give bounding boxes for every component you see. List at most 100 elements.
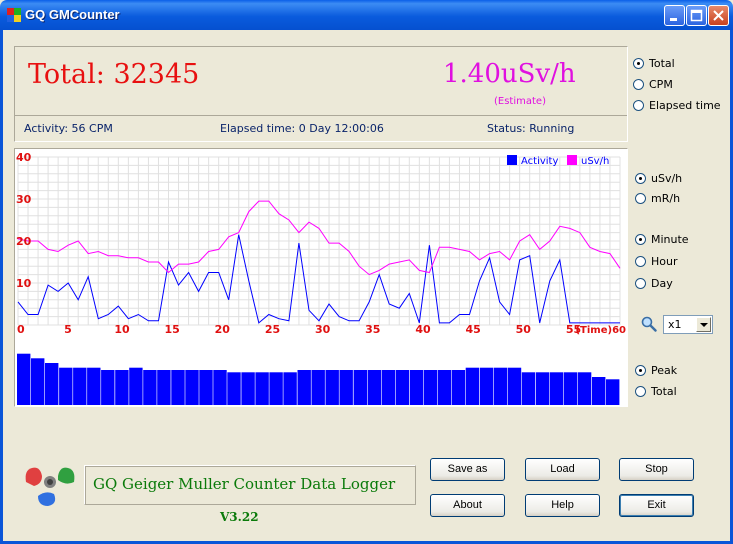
zoom-value: x1 <box>668 318 682 331</box>
exit-button[interactable]: Exit <box>619 494 694 517</box>
total-label: Total: <box>28 59 105 90</box>
radio-dot-icon[interactable] <box>635 193 646 204</box>
x-tick-label: 10 <box>114 323 130 336</box>
x-tick-label: 30 <box>315 323 331 336</box>
x-tick-label: 25 <box>265 323 280 336</box>
bar <box>171 370 185 405</box>
maximize-button[interactable] <box>686 5 707 26</box>
radio-dot-icon[interactable] <box>635 173 646 184</box>
save-as-button[interactable]: Save as <box>430 458 505 481</box>
load-button[interactable]: Load <box>525 458 600 481</box>
x-axis-end-label: (Time)60 <box>575 325 626 336</box>
estimate-note: (Estimate) <box>494 96 546 107</box>
radio-label: Elapsed time <box>649 99 721 112</box>
x-tick-label: 40 <box>415 323 431 336</box>
bar <box>241 372 255 405</box>
x-tick-label: 15 <box>165 323 180 336</box>
bar <box>339 370 353 405</box>
radio-dot-icon[interactable] <box>635 256 646 267</box>
about-button[interactable]: About <box>430 494 505 517</box>
bar <box>549 372 564 405</box>
elapsed-text: Elapsed time: 0 Day 12:00:06 <box>220 122 384 135</box>
legend-label: uSv/h <box>581 156 609 167</box>
radio-dot-icon[interactable] <box>635 278 646 289</box>
radio-label: Total <box>651 385 677 398</box>
bar <box>87 367 101 405</box>
bar <box>129 367 143 405</box>
status-row: Activity: 56 CPM Elapsed time: 0 Day 12:… <box>15 115 627 141</box>
y-tick-label: 40 <box>16 151 32 164</box>
bar <box>227 372 241 405</box>
bar <box>381 370 395 405</box>
radio-dot-icon[interactable] <box>635 234 646 245</box>
total-value: 32345 <box>113 59 200 90</box>
close-button[interactable] <box>708 5 729 26</box>
bar <box>199 370 213 405</box>
bar <box>157 370 171 405</box>
bar <box>143 370 157 405</box>
radio-label: Minute <box>651 233 689 246</box>
bar <box>409 370 424 405</box>
radio-dot-icon[interactable] <box>635 365 646 376</box>
x-tick-label: 20 <box>215 323 231 336</box>
chart-panel: 10 20 30 40 0 5 10 15 20 25 30 35 40 45 50 55 (Time)60 A… <box>14 148 628 407</box>
zoom-select[interactable]: x1 <box>663 315 713 334</box>
bar <box>297 370 311 405</box>
version-label: V3.22 <box>220 510 259 524</box>
bar <box>577 372 592 405</box>
x-tick-label: 35 <box>365 323 380 336</box>
minimize-button[interactable] <box>664 5 685 26</box>
magnifier-icon[interactable] <box>641 316 657 332</box>
bar <box>437 370 452 405</box>
bar <box>283 372 297 405</box>
bar <box>563 372 578 405</box>
bar-chart <box>17 353 620 405</box>
chart-grid <box>17 156 621 326</box>
radio-dot-icon[interactable] <box>633 100 644 111</box>
bar <box>213 370 227 405</box>
bar <box>465 367 480 405</box>
radio-label: mR/h <box>651 192 681 205</box>
app-icon <box>7 8 21 22</box>
bar <box>535 372 550 405</box>
bar <box>521 372 536 405</box>
bar <box>423 370 438 405</box>
bar <box>255 372 269 405</box>
chevron-down-icon[interactable] <box>696 317 711 332</box>
reading-panel: Total: 32345 1.40uSv/h (Estimate) Activi… <box>14 46 628 142</box>
x-tick-label: 5 <box>64 323 72 336</box>
bar <box>592 377 606 405</box>
bar <box>59 367 73 405</box>
maximize-icon <box>690 9 703 22</box>
logger-title: GQ Geiger Muller Counter Data Logger <box>93 475 396 493</box>
bar <box>367 370 381 405</box>
x-tick-label: 50 <box>516 323 532 336</box>
legend-swatch <box>567 155 577 165</box>
radio-label: Hour <box>651 255 678 268</box>
status-text: Status: Running <box>487 122 575 135</box>
bar <box>325 370 339 405</box>
bar <box>45 363 59 405</box>
dose-rate-value: 1.40uSv/h <box>443 59 576 89</box>
bar <box>185 370 199 405</box>
radio-dot-icon[interactable] <box>635 386 646 397</box>
bar <box>395 370 409 405</box>
radio-dot-icon[interactable] <box>633 58 644 69</box>
y-tick-label: 30 <box>16 193 32 206</box>
chart-legend: Activity uSv/h <box>507 155 609 167</box>
x-tick-label: 45 <box>466 323 481 336</box>
radio-label: Peak <box>651 364 678 377</box>
activity-text: Activity: 56 CPM <box>24 122 113 135</box>
bar <box>353 370 367 405</box>
title-bar[interactable]: GQ GMCounter <box>0 0 733 30</box>
window-title: GQ GMCounter <box>25 7 120 22</box>
radio-dot-icon[interactable] <box>633 79 644 90</box>
x-tick-label: 0 <box>17 323 25 336</box>
y-tick-label: 10 <box>16 277 32 290</box>
gq-logo <box>25 467 75 506</box>
total-display: Total: 32345 <box>28 59 199 90</box>
bar <box>101 370 115 405</box>
bar <box>493 367 508 405</box>
help-button[interactable]: Help <box>525 494 600 517</box>
stop-button[interactable]: Stop <box>619 458 694 481</box>
